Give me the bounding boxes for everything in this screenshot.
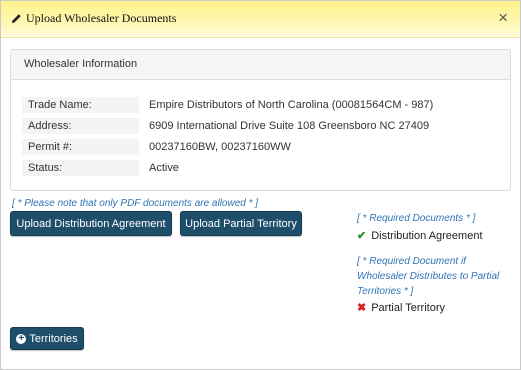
distribution-agreement-status: ✔ Distribution Agreement bbox=[357, 229, 483, 243]
x-icon: ✖ bbox=[357, 302, 367, 314]
trade-name-label: Trade Name: bbox=[22, 97, 139, 113]
upload-distribution-agreement-button[interactable]: Upload Distribution Agreement bbox=[10, 211, 172, 236]
permit-value: 00237160BW, 00237160WW bbox=[149, 141, 291, 153]
status-label: Status: bbox=[22, 160, 139, 176]
check-icon: ✔ bbox=[357, 230, 367, 242]
territories-button[interactable]: + Territories bbox=[10, 327, 84, 350]
conditional-required-title-line1: [ * Required Document if bbox=[357, 256, 466, 267]
plus-circle-icon: + bbox=[16, 333, 27, 344]
address-value: 6909 International Drive Suite 108 Green… bbox=[149, 120, 430, 132]
modal-header: Upload Wholesaler Documents × bbox=[1, 1, 520, 38]
address-label: Address: bbox=[22, 118, 139, 134]
status-value: Active bbox=[149, 162, 179, 174]
wholesaler-info-panel: Wholesaler Information Trade Name: Empir… bbox=[10, 49, 511, 191]
close-icon[interactable]: × bbox=[498, 9, 508, 26]
distribution-agreement-label: Distribution Agreement bbox=[371, 229, 483, 242]
modal-title: Upload Wholesaler Documents bbox=[11, 11, 176, 26]
upload-documents-modal: Upload Wholesaler Documents × Wholesaler… bbox=[0, 0, 521, 370]
upload-partial-territory-button[interactable]: Upload Partial Territory bbox=[180, 211, 302, 236]
modal-title-text: Upload Wholesaler Documents bbox=[26, 11, 177, 25]
required-documents-title: [ * Required Documents * ] bbox=[357, 213, 476, 224]
permit-label: Permit #: bbox=[22, 139, 139, 155]
partial-territory-status: ✖ Partial Territory bbox=[357, 301, 445, 315]
panel-heading: Wholesaler Information bbox=[11, 50, 510, 80]
pencil-icon bbox=[11, 14, 21, 24]
conditional-required-title-line3: Territories * ] bbox=[357, 286, 414, 297]
territories-button-label: Territories bbox=[29, 332, 78, 345]
trade-name-value: Empire Distributors of North Carolina (0… bbox=[149, 99, 434, 111]
partial-territory-label: Partial Territory bbox=[371, 301, 445, 314]
conditional-required-title-line2: Wholesaler Distributes to Partial bbox=[357, 271, 500, 282]
pdf-only-note: [ * Please note that only PDF documents … bbox=[12, 198, 259, 209]
